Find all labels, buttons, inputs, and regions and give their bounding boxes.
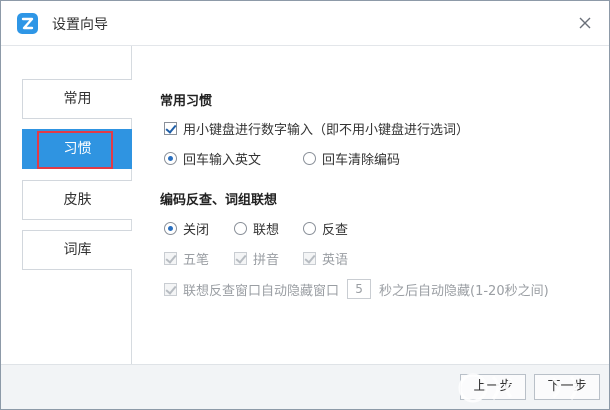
app-logo-icon <box>17 13 38 34</box>
source-wubi-option: 五笔 <box>164 249 209 268</box>
sidebar-item-common[interactable]: 常用 <box>22 79 132 119</box>
mode-off-label: 关闭 <box>183 223 210 238</box>
checkbox-icon[interactable] <box>164 122 177 135</box>
prev-step-button[interactable]: 上一步 <box>460 374 526 400</box>
mode-associate-option[interactable]: 联想 <box>234 219 279 238</box>
wizard-footer: 上一步 下一步 <box>1 364 609 409</box>
checkbox-icon <box>164 252 177 265</box>
enter-english-option[interactable]: 回车输入英文 <box>164 149 261 168</box>
radio-icon[interactable] <box>164 222 177 235</box>
source-english-label: 英语 <box>322 253 349 268</box>
checkbox-icon <box>234 252 247 265</box>
radio-icon[interactable] <box>303 222 316 235</box>
enter-clear-label: 回车清除编码 <box>322 153 401 168</box>
numpad-digit-option[interactable]: 用小键盘进行数字输入（即不用小键盘进行选词） <box>164 119 469 138</box>
mode-off-option[interactable]: 关闭 <box>164 219 209 238</box>
radio-icon[interactable] <box>303 152 316 165</box>
sidebar-item-skin[interactable]: 皮肤 <box>22 180 132 220</box>
sidebar-item-label: 词库 <box>63 242 92 258</box>
autohide-seconds-input: 5 <box>347 279 372 299</box>
autohide-option: 联想反查窗口自动隐藏窗口 5 秒之后自动隐藏(1-20秒之间) <box>164 279 549 299</box>
numpad-digit-label: 用小键盘进行数字输入（即不用小键盘进行选词） <box>183 123 470 138</box>
source-wubi-label: 五笔 <box>183 253 210 268</box>
sidebar-item-dictionary[interactable]: 词库 <box>22 230 132 270</box>
mode-associate-label: 联想 <box>253 223 280 238</box>
checkbox-icon <box>164 282 177 296</box>
title-bar: 设置向导 <box>1 1 609 46</box>
mode-reverse-label: 反查 <box>322 223 349 238</box>
radio-icon[interactable] <box>164 152 177 165</box>
enter-clear-option[interactable]: 回车清除编码 <box>303 149 400 168</box>
lookup-section-title: 编码反查、词组联想 <box>160 193 278 208</box>
settings-wizard-window: 设置向导 常用 习惯 皮肤 词库 常用习惯 用小键盘进行数字输入（即不用小键盘进… <box>0 0 610 410</box>
source-english-option: 英语 <box>303 249 348 268</box>
source-pinyin-option: 拼音 <box>234 249 279 268</box>
settings-panel: 常用习惯 用小键盘进行数字输入（即不用小键盘进行选词） 回车输入英文 回车清除编… <box>133 46 609 364</box>
autohide-prefix-label: 联想反查窗口自动隐藏窗口 <box>183 283 340 299</box>
radio-icon[interactable] <box>234 222 247 235</box>
autohide-suffix-label: 秒之后自动隐藏(1-20秒之间) <box>379 283 549 299</box>
sidebar-item-label: 习惯 <box>63 141 92 157</box>
source-pinyin-label: 拼音 <box>253 253 280 268</box>
mode-reverse-option[interactable]: 反查 <box>303 219 348 238</box>
sidebar-item-label: 常用 <box>63 91 92 107</box>
next-step-button[interactable]: 下一步 <box>534 374 600 400</box>
close-icon[interactable] <box>572 10 598 36</box>
enter-english-label: 回车输入英文 <box>183 153 262 168</box>
settings-sidebar: 常用 习惯 皮肤 词库 <box>1 46 132 364</box>
habits-section-title: 常用习惯 <box>160 94 213 109</box>
sidebar-item-habits[interactable]: 习惯 <box>22 129 132 169</box>
checkbox-icon <box>303 252 316 265</box>
window-title: 设置向导 <box>52 17 108 33</box>
sidebar-item-label: 皮肤 <box>63 192 92 208</box>
